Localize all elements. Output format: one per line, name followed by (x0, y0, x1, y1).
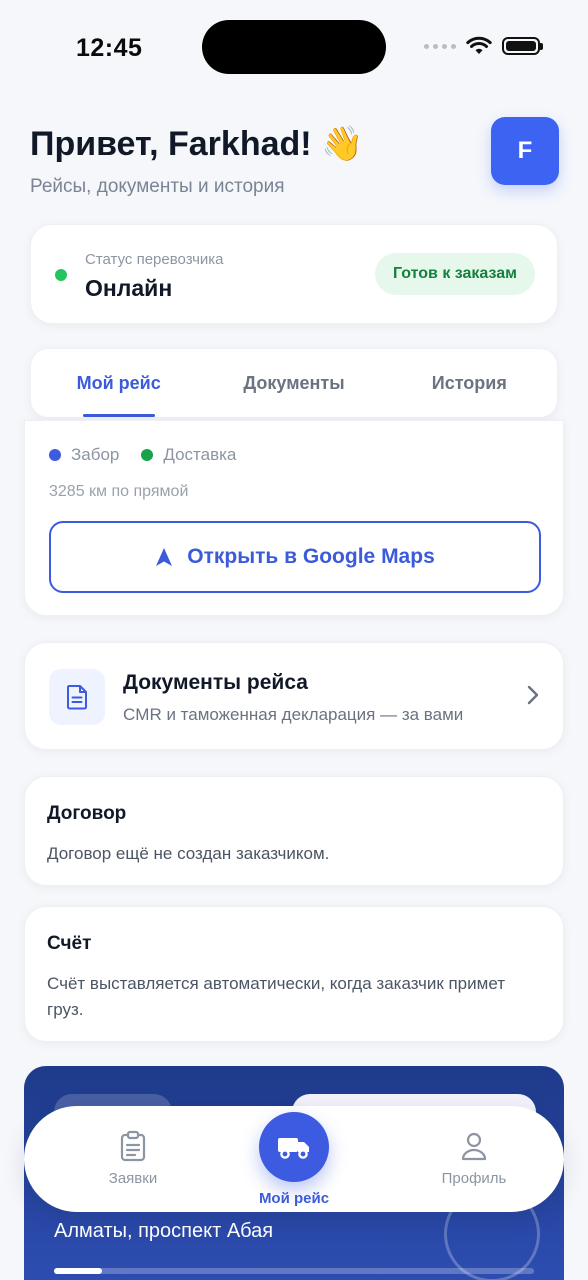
invoice-title: Счёт (47, 933, 92, 954)
status-bar: 12:45 (0, 0, 588, 96)
online-indicator (55, 269, 67, 281)
user-icon (461, 1132, 487, 1161)
signal-icon (424, 43, 456, 49)
trip-progress-bar (54, 1268, 534, 1274)
status-badge[interactable]: Готов к заказам (375, 253, 535, 295)
truck-icon (278, 1138, 309, 1159)
avatar[interactable]: F (491, 117, 559, 185)
status-icons (424, 36, 543, 56)
contract-title: Договор (47, 803, 127, 824)
route-distance: 3285 км по прямой (49, 483, 189, 500)
invoice-text: Счёт выставляется автоматически, когда з… (47, 974, 505, 1019)
my-trip-fab[interactable] (259, 1112, 329, 1182)
nav-my-trip[interactable]: Мой рейс (242, 1112, 346, 1207)
tab-documents[interactable]: Документы (206, 349, 381, 417)
legend-pickup: Забор (49, 445, 119, 465)
nav-orders[interactable]: Заявки (84, 1130, 182, 1187)
pickup-dot-icon (49, 449, 61, 461)
status-time: 12:45 (76, 34, 143, 62)
nav-profile[interactable]: Профиль (424, 1130, 524, 1187)
open-google-maps-label: Открыть в Google Maps (187, 545, 435, 568)
trip-documents-title: Документы рейса (123, 671, 308, 694)
page-title: Привет, Farkhad! 👋 (30, 125, 364, 163)
contract-card: Договор Договор ещё не создан заказчиком… (24, 776, 564, 886)
invoice-card: Счёт Счёт выставляется автоматически, ко… (24, 906, 564, 1042)
carrier-status-card: Статус перевозчика Онлайн Готов к заказа… (30, 224, 558, 324)
clipboard-icon (120, 1130, 146, 1162)
nav-my-trip-label: Мой рейс (258, 1190, 330, 1207)
trip-progress-fill (54, 1268, 102, 1274)
bottom-navigation: Заявки Мой рейс Профиль (24, 1106, 564, 1212)
trip-address: Алматы, проспект Абая (54, 1220, 274, 1242)
navigation-arrow-icon (155, 547, 173, 567)
tab-history[interactable]: История (382, 349, 557, 417)
tab-bar: Мой рейс Документы История (30, 348, 558, 418)
legend-delivery: Доставка (141, 445, 236, 465)
route-card: Забор Доставка 3285 км по прямой Открыть… (24, 420, 564, 616)
trip-documents-card[interactable]: Документы рейса CMR и таможенная деклара… (24, 642, 564, 750)
open-google-maps-button[interactable]: Открыть в Google Maps (49, 521, 541, 593)
delivery-dot-icon (141, 449, 154, 461)
document-icon (49, 669, 105, 725)
trip-documents-subtitle: CMR и таможенная декларация — за вами (123, 705, 464, 724)
battery-icon (502, 37, 543, 55)
nav-orders-label: Заявки (108, 1170, 158, 1187)
legend-pickup-label: Забор (71, 445, 120, 464)
carrier-status-label: Статус перевозчика (85, 251, 224, 268)
wifi-icon (466, 36, 492, 54)
legend-delivery-label: Доставка (163, 445, 237, 464)
carrier-status-value: Онлайн (85, 275, 173, 301)
dynamic-island (202, 20, 386, 74)
nav-profile-label: Профиль (441, 1170, 507, 1187)
chevron-right-icon (527, 685, 539, 705)
page-subtitle: Рейсы, документы и история (30, 176, 285, 197)
contract-text: Договор ещё не создан заказчиком. (47, 844, 330, 863)
app-screen: 12:45 Привет, Farkhad! 👋 Рейсы, документ… (0, 0, 588, 1280)
tab-my-trip[interactable]: Мой рейс (31, 349, 206, 417)
route-legend: Забор Доставка (49, 445, 236, 465)
